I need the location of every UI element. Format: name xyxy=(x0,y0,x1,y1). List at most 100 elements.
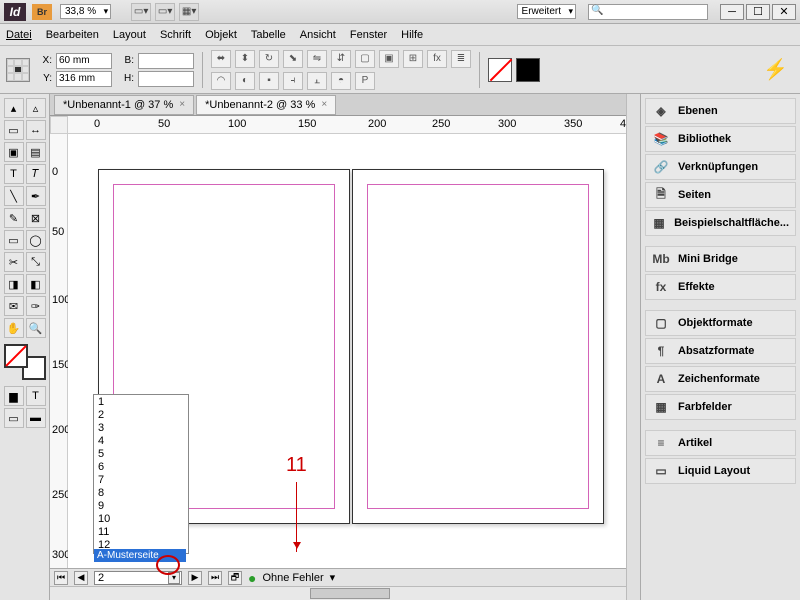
scrollbar-thumb[interactable] xyxy=(310,588,390,599)
menu-ansicht[interactable]: Ansicht xyxy=(300,29,336,41)
panel-zeichenformate[interactable]: AZeichenformate xyxy=(645,366,796,392)
panel-ebenen[interactable]: ◈Ebenen xyxy=(645,98,796,124)
doc-tab-1[interactable]: *Unbenannt-1 @ 37 %× xyxy=(54,95,194,115)
direct-selection-tool[interactable]: ▵ xyxy=(26,98,46,118)
panel-verkn-pfungen[interactable]: 🔗Verknüpfungen xyxy=(645,154,796,180)
quick-apply-icon[interactable]: ⚡ xyxy=(763,57,788,82)
search-input[interactable] xyxy=(588,4,708,20)
panel-liquid-layout[interactable]: ▭Liquid Layout xyxy=(645,458,796,484)
panel-effekte[interactable]: fxEffekte xyxy=(645,274,796,300)
effects-icon[interactable]: fx xyxy=(427,50,447,68)
menu-datei[interactable]: Datei xyxy=(6,29,32,41)
panel-objektformate[interactable]: ▢Objektformate xyxy=(645,310,796,336)
text-wrap-icon[interactable]: ≣ xyxy=(451,50,471,68)
gap-tool[interactable]: ↔ xyxy=(26,120,46,140)
close-tab-icon[interactable]: × xyxy=(179,99,185,110)
page-tool[interactable]: ▭ xyxy=(4,120,24,140)
page-dropdown[interactable]: 2▾ xyxy=(94,571,182,585)
right-page[interactable] xyxy=(352,169,604,524)
page-number-list[interactable]: 1 2 3 4 5 6 7 8 9 10 11 12 xyxy=(93,394,189,554)
list-item[interactable]: 4 xyxy=(98,435,184,448)
free-transform-tool[interactable]: ⤡ xyxy=(26,252,46,272)
preflight-status[interactable]: Ohne Fehler xyxy=(262,572,323,584)
fit-content-icon[interactable]: ⊞ xyxy=(403,50,423,68)
list-item[interactable]: 10 xyxy=(98,513,184,526)
list-item[interactable]: 3 xyxy=(98,422,184,435)
menu-hilfe[interactable]: Hilfe xyxy=(401,29,423,41)
apply-text-icon[interactable]: T xyxy=(26,386,46,406)
shear-icon[interactable]: ⬊ xyxy=(283,50,303,68)
content-placer-tool[interactable]: ▤ xyxy=(26,142,46,162)
fill-none-icon[interactable] xyxy=(488,58,512,82)
rotate-icon[interactable]: ↻ xyxy=(259,50,279,68)
dropdown-arrow-icon[interactable]: ▾ xyxy=(168,572,180,584)
line-tool[interactable]: ╲ xyxy=(4,186,24,206)
w-input[interactable] xyxy=(138,53,194,69)
menu-objekt[interactable]: Objekt xyxy=(205,29,237,41)
apply-color-icon[interactable]: ▆ xyxy=(4,386,24,406)
menu-layout[interactable]: Layout xyxy=(113,29,146,41)
panel-mini-bridge[interactable]: MbMini Bridge xyxy=(645,246,796,272)
list-item[interactable]: 8 xyxy=(98,487,184,500)
zoom-tool[interactable]: 🔍 xyxy=(26,318,46,338)
master-page-highlight[interactable]: A-Musterseite xyxy=(94,549,186,562)
open-panel-button[interactable]: 🗗 xyxy=(228,571,242,585)
fill-stroke-toolbox[interactable] xyxy=(4,344,46,380)
workspace-dropdown[interactable]: Erweitert xyxy=(517,4,576,19)
type-tool[interactable]: T xyxy=(4,164,24,184)
menu-schrift[interactable]: Schrift xyxy=(160,29,191,41)
ruler-origin[interactable] xyxy=(50,116,68,134)
screen-mode-icon[interactable]: ▭▾ xyxy=(155,3,175,21)
last-page-button[interactable]: ⏭ xyxy=(208,571,222,585)
horizontal-scrollbar[interactable] xyxy=(50,586,626,600)
distribute-icon[interactable]: ⫠ xyxy=(307,72,327,90)
preview-icon[interactable]: ▬ xyxy=(26,408,46,428)
panel-artikel[interactable]: ≡Artikel xyxy=(645,430,796,456)
menu-bearbeiten[interactable]: Bearbeiten xyxy=(46,29,99,41)
zoom-dropdown[interactable]: 33,8 % xyxy=(60,4,111,19)
first-page-button[interactable]: ⏮ xyxy=(54,571,68,585)
select-container-icon[interactable]: ▢ xyxy=(355,50,375,68)
next-page-button[interactable]: ▶ xyxy=(188,571,202,585)
panel-beispielschaltfl-che-[interactable]: ▦Beispielschaltfläche... xyxy=(645,210,796,236)
flip-h-icon[interactable]: ⇋ xyxy=(307,50,327,68)
minimize-button[interactable]: ─ xyxy=(720,4,744,20)
panel-collapse-strip[interactable] xyxy=(626,94,640,600)
list-item[interactable]: 5 xyxy=(98,448,184,461)
content-collector-tool[interactable]: ▣ xyxy=(4,142,24,162)
ellipse-tool[interactable]: ◯ xyxy=(26,230,46,250)
gradient-feather-tool[interactable]: ◧ xyxy=(26,274,46,294)
list-item[interactable]: 7 xyxy=(98,474,184,487)
selection-tool[interactable]: ▴ xyxy=(4,98,24,118)
maximize-button[interactable]: ☐ xyxy=(746,4,770,20)
doc-tab-2[interactable]: *Unbenannt-2 @ 33 %× xyxy=(196,95,336,115)
close-button[interactable]: ✕ xyxy=(772,4,796,20)
text-on-path-icon[interactable]: P xyxy=(355,72,375,90)
close-tab-icon[interactable]: × xyxy=(321,99,327,110)
select-content-icon[interactable]: ▣ xyxy=(379,50,399,68)
panel-seiten[interactable]: 🗎Seiten xyxy=(645,182,796,208)
scissors-tool[interactable]: ✂ xyxy=(4,252,24,272)
corner-icon[interactable]: ◠ xyxy=(211,72,231,90)
prev-page-button[interactable]: ◀ xyxy=(74,571,88,585)
reference-point-icon[interactable] xyxy=(6,58,30,82)
align-icon[interactable]: ⫞ xyxy=(283,72,303,90)
note-tool[interactable]: ✉ xyxy=(4,296,24,316)
panel-absatzformate[interactable]: ¶Absatzformate xyxy=(645,338,796,364)
list-item[interactable]: 9 xyxy=(98,500,184,513)
list-item[interactable]: 6 xyxy=(98,461,184,474)
gradient-swatch-tool[interactable]: ◨ xyxy=(4,274,24,294)
pathfinder-icon[interactable]: ◓ xyxy=(331,72,351,90)
preflight-dropdown-icon[interactable]: ▾ xyxy=(330,571,336,584)
list-item[interactable]: 1 xyxy=(98,396,184,409)
scale-x-icon[interactable]: ⬌ xyxy=(211,50,231,68)
arrange-docs-icon[interactable]: ▦▾ xyxy=(179,3,199,21)
hand-tool[interactable]: ✋ xyxy=(4,318,24,338)
rectangle-frame-tool[interactable]: ⊠ xyxy=(26,208,46,228)
pencil-tool[interactable]: ✎ xyxy=(4,208,24,228)
x-input[interactable] xyxy=(56,53,112,69)
drop-shadow-icon[interactable]: ▪ xyxy=(259,72,279,90)
rectangle-tool[interactable]: ▭ xyxy=(4,230,24,250)
pasteboard[interactable]: 1 2 3 4 5 6 7 8 9 10 11 12 A-Musterseite… xyxy=(68,134,626,568)
menu-tabelle[interactable]: Tabelle xyxy=(251,29,286,41)
